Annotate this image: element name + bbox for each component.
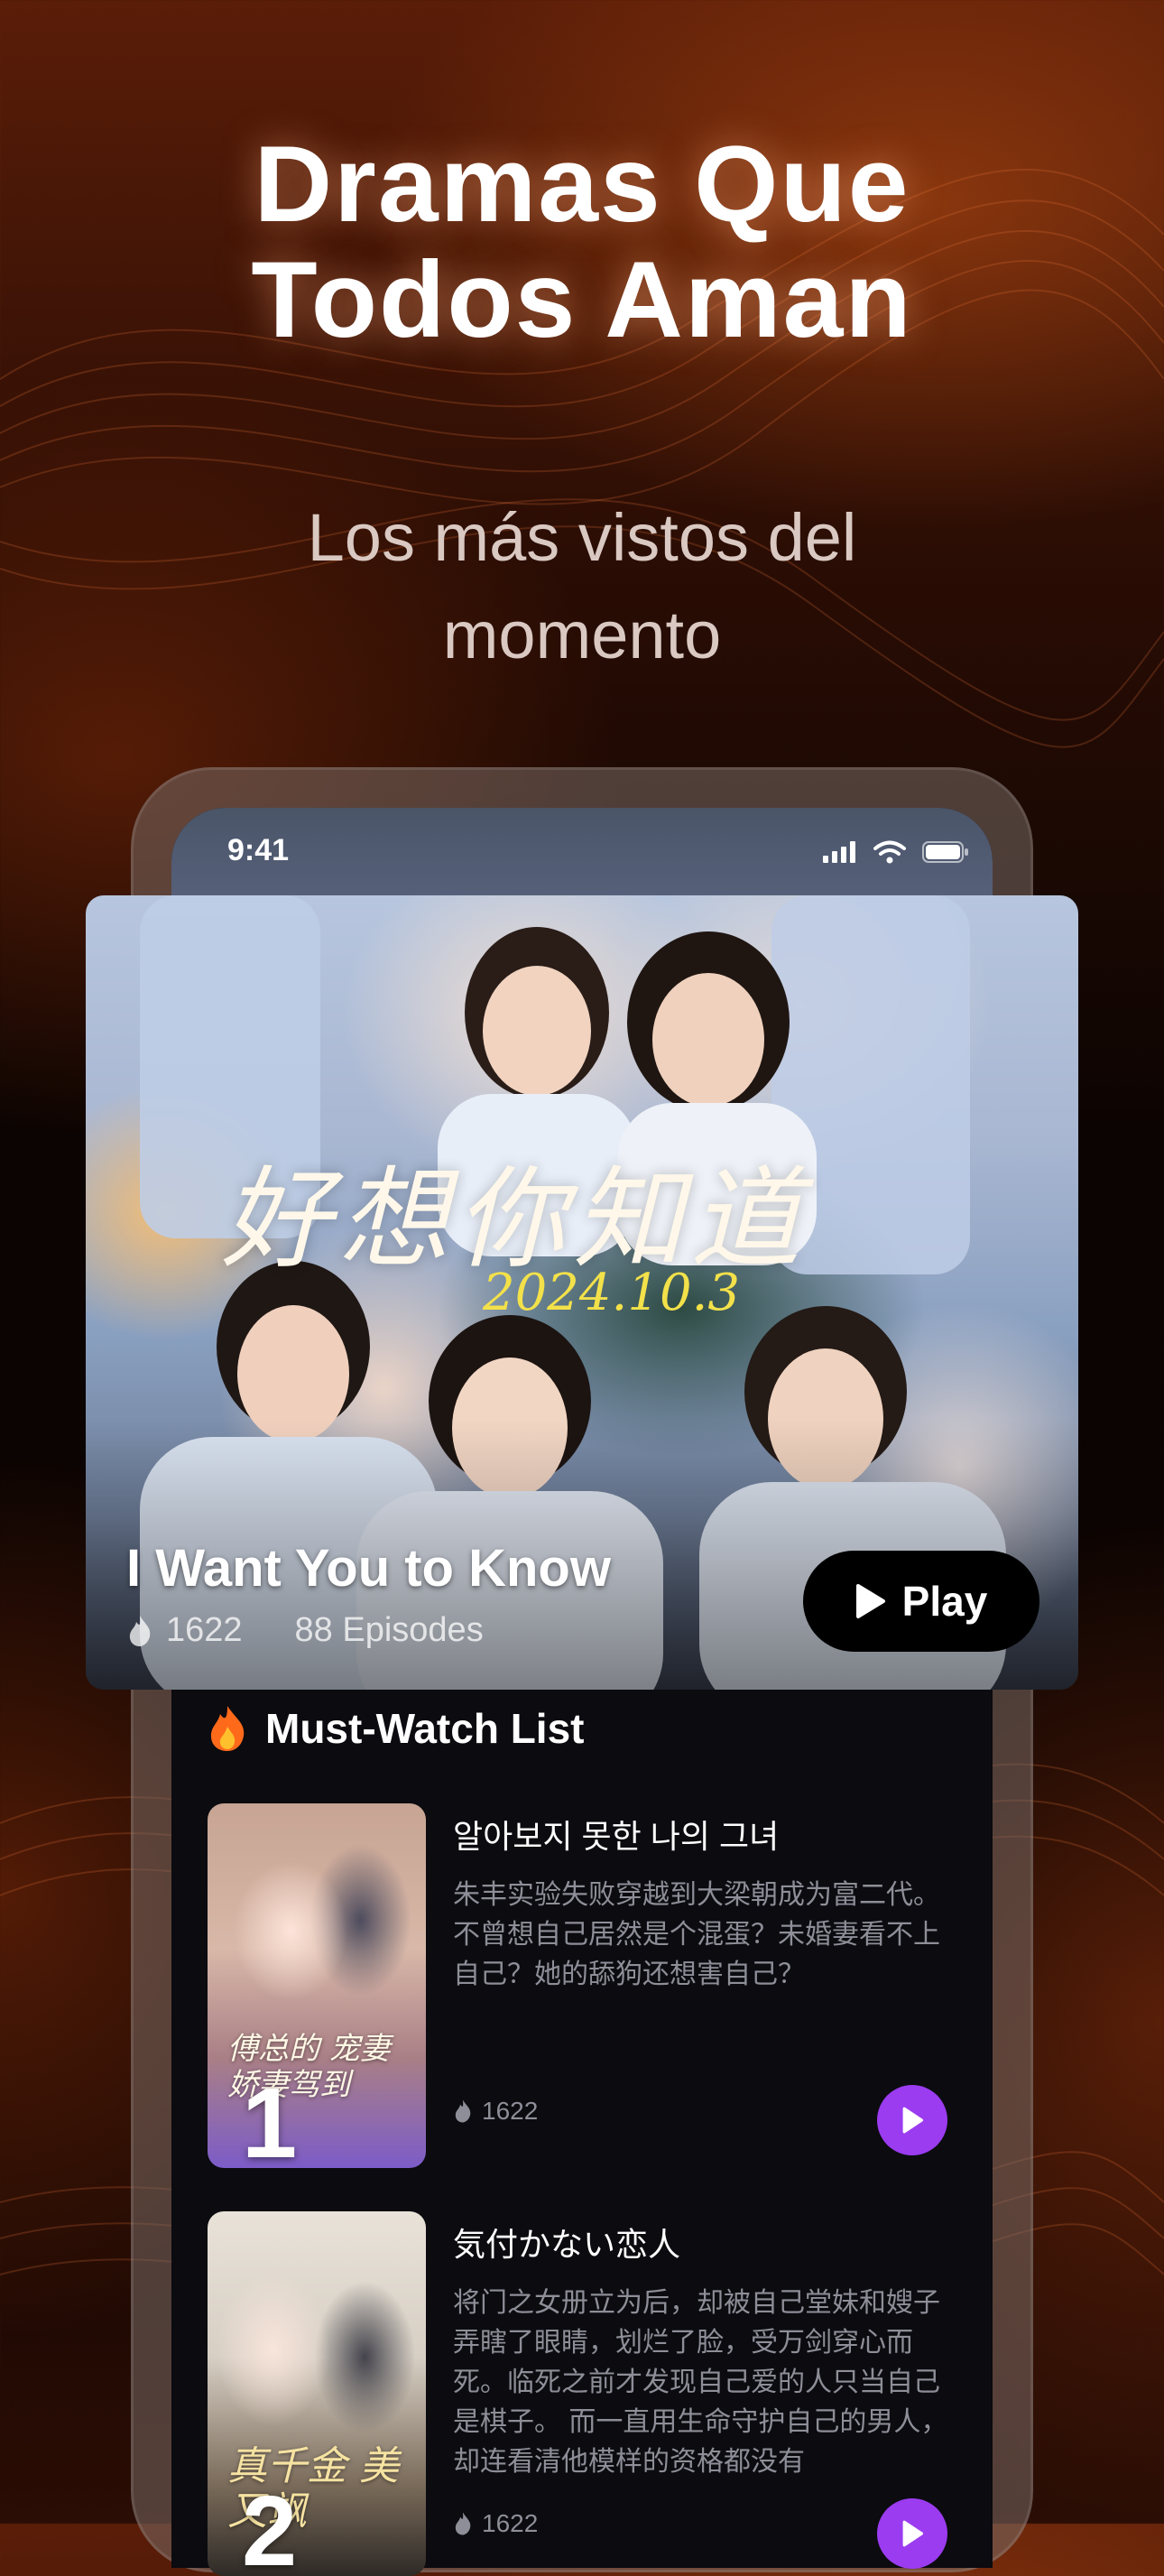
status-icons	[823, 840, 969, 864]
fire-icon	[210, 1706, 245, 1751]
promo-headline: Dramas Que Todos Aman	[0, 126, 1164, 357]
headline-line-2: Todos Aman	[251, 239, 913, 360]
subhead-line-2: momento	[442, 598, 722, 672]
promo-subhead: Los más vistos del momento	[0, 489, 1164, 684]
wifi-icon	[873, 840, 906, 864]
drama-poster[interactable]: 傅总的 宠妻 娇妻驾到 1	[208, 1803, 426, 2168]
featured-views: 1622	[166, 1611, 243, 1649]
subhead-line-1: Los más vistos del	[307, 500, 857, 575]
item-play-button[interactable]	[877, 2498, 947, 2569]
item-play-button[interactable]	[877, 2085, 947, 2155]
featured-episodes: 88 Episodes	[294, 1611, 484, 1649]
play-icon	[855, 1584, 885, 1618]
play-button[interactable]: Play	[803, 1551, 1039, 1652]
featured-drama-card[interactable]: 好想你知道 2024.10.3 I Want You to Know 1622 …	[86, 895, 1078, 1690]
featured-meta: 1622 88 Episodes	[126, 1611, 484, 1650]
flame-icon	[129, 1615, 151, 1646]
drama-views: 1622	[453, 2509, 538, 2538]
featured-title: I Want You to Know	[126, 1539, 611, 1598]
views-count: 1622	[482, 2097, 539, 2125]
rank-number: 1	[242, 2068, 298, 2169]
drama-poster[interactable]: 真千金 美又飒 2	[208, 2211, 426, 2576]
poster-date: 2024.10.3	[483, 1264, 741, 1322]
must-watch-heading: Must-Watch List	[208, 1704, 585, 1753]
headline-line-1: Dramas Que	[254, 124, 910, 245]
rank-number: 2	[242, 2476, 298, 2576]
battery-icon	[922, 841, 968, 863]
status-bar: 9:41	[171, 808, 993, 898]
drama-title[interactable]: 알아보지 못한 나의 그녀	[453, 1811, 958, 1858]
drama-description: 将门之女册立为后，却被自己堂妹和嫂子弄瞎了眼睛，划烂了脸，受万剑穿心而死。临死之…	[453, 2288, 948, 2477]
flame-icon	[455, 2512, 471, 2535]
play-icon	[902, 2107, 923, 2134]
signal-icon	[823, 841, 855, 863]
must-watch-title: Must-Watch List	[265, 1705, 585, 1752]
list-item[interactable]: 傅总的 宠妻 娇妻驾到 1 알아보지 못한 나의 그녀 朱丰实验失败穿越到大梁朝…	[208, 1803, 956, 2168]
play-button-label: Play	[901, 1578, 988, 1625]
views-count: 1622	[482, 2509, 539, 2537]
drama-views: 1622	[453, 2097, 538, 2126]
drama-description: 朱丰实验失败穿越到大梁朝成为富二代。不曾想自己居然是个混蛋？未婚妻看不上自己？她…	[453, 1880, 940, 1989]
status-time: 9:41	[227, 833, 290, 867]
drama-title[interactable]: 気付かない恋人	[453, 2219, 958, 2266]
list-item[interactable]: 真千金 美又飒 2 気付かない恋人 将门之女册立为后，却被自己堂妹和嫂子弄瞎了眼…	[208, 2211, 956, 2576]
flame-icon	[455, 2099, 471, 2123]
